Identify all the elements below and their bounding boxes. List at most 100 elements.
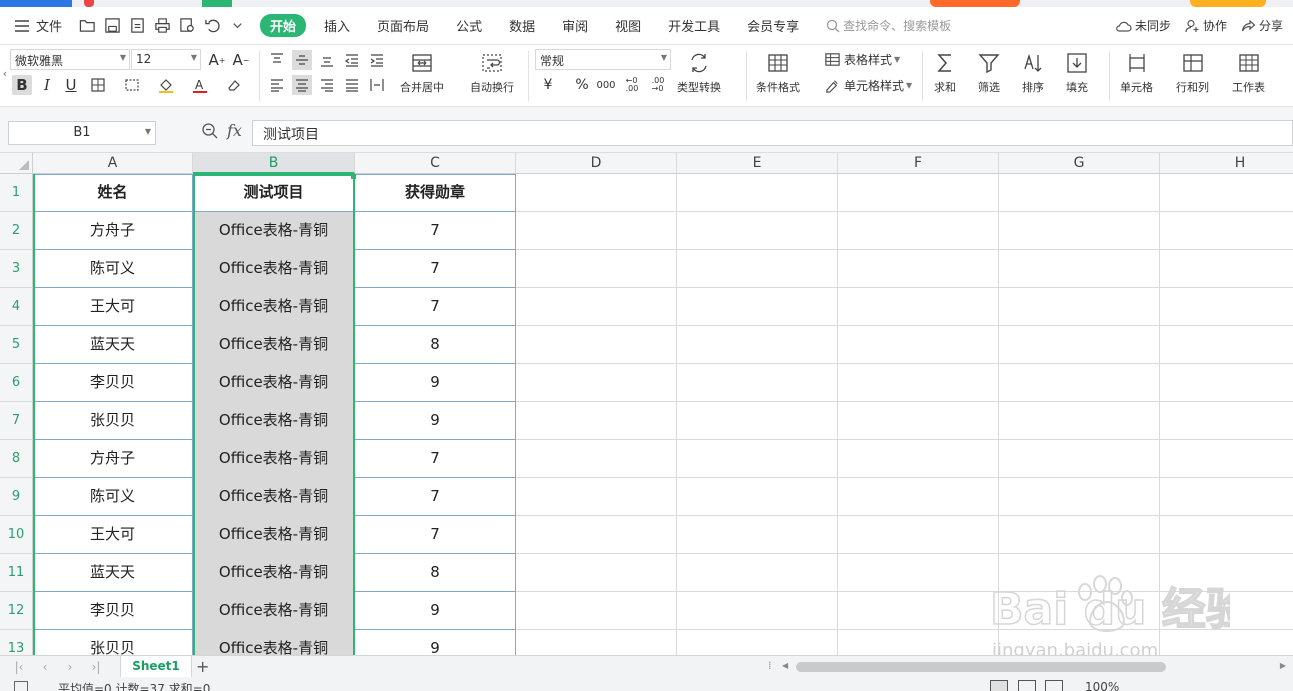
currency-icon[interactable]: ¥	[538, 75, 558, 95]
table-cell[interactable]: 7	[355, 478, 515, 516]
cell-style-paint-icon[interactable]	[122, 75, 142, 95]
column-header-a[interactable]: A	[33, 153, 193, 174]
column-header-d[interactable]: D	[516, 153, 677, 174]
table-cell[interactable]: 蓝天天	[33, 554, 192, 592]
increase-indent-icon[interactable]	[367, 50, 387, 70]
cell-button[interactable]: 单元格	[1120, 51, 1153, 95]
row-header[interactable]: 11	[0, 554, 33, 592]
row-header[interactable]: 10	[0, 516, 33, 554]
table-cell[interactable]: Office表格-青铜	[193, 250, 354, 288]
header-cell[interactable]: 获得勋章	[355, 174, 515, 212]
font-color-icon[interactable]: A	[190, 75, 210, 95]
table-cell[interactable]: 7	[355, 288, 515, 326]
horizontal-scrollbar[interactable]: ◀ ▶	[780, 660, 1288, 674]
next-sheet-icon[interactable]: ›	[63, 659, 77, 675]
share-button[interactable]: 分享	[1241, 17, 1283, 34]
table-cell[interactable]: 7	[355, 212, 515, 250]
italic-icon[interactable]: I	[37, 75, 57, 95]
table-cell[interactable]: Office表格-青铜	[193, 288, 354, 326]
wrap-text-button[interactable]: 自动换行	[470, 51, 514, 95]
align-right-icon[interactable]	[317, 75, 337, 95]
zoom-formula-icon[interactable]	[201, 122, 219, 143]
insert-function-icon[interactable]: fx	[227, 121, 242, 140]
clear-format-icon[interactable]	[224, 75, 244, 95]
row-col-button[interactable]: 行和列	[1176, 51, 1209, 95]
select-all-corner[interactable]	[0, 153, 33, 174]
distribute-icon[interactable]	[367, 75, 387, 95]
tab-member[interactable]: 会员专享	[747, 16, 799, 35]
cell-style-button[interactable]: 单元格样式 ▼	[824, 77, 912, 94]
type-convert-button[interactable]: 类型转换	[677, 51, 721, 95]
merge-center-button[interactable]: 合并居中	[400, 51, 444, 95]
prev-sheet-icon[interactable]: ‹	[38, 659, 52, 675]
tab-page-layout[interactable]: 页面布局	[377, 16, 429, 35]
column-header-f[interactable]: F	[838, 153, 999, 174]
tab-data[interactable]: 数据	[509, 16, 535, 35]
table-cell[interactable]: 王大可	[33, 516, 192, 554]
border-icon[interactable]	[88, 75, 108, 95]
row-header[interactable]: 3	[0, 250, 33, 288]
column-header-e[interactable]: E	[677, 153, 838, 174]
fill-color-icon[interactable]	[156, 75, 176, 95]
column-header-b[interactable]: B	[193, 153, 355, 174]
conditional-format-button[interactable]: 条件格式	[756, 51, 800, 95]
tab-view[interactable]: 视图	[615, 16, 641, 35]
name-box-dropdown-icon[interactable]: ▼	[145, 127, 151, 136]
split-handle-icon[interactable]: ⁞	[768, 659, 772, 672]
row-header[interactable]: 7	[0, 402, 33, 440]
table-cell[interactable]: Office表格-青铜	[193, 592, 354, 630]
row-header[interactable]: 13	[0, 630, 33, 655]
ribbon-scroll-left-icon[interactable]: ‹	[0, 63, 10, 83]
page-break-view-icon[interactable]	[1045, 680, 1063, 691]
last-sheet-icon[interactable]: ›|	[89, 659, 103, 675]
table-cell[interactable]: 蓝天天	[33, 326, 192, 364]
font-size-select[interactable]: 12 ▼	[131, 49, 201, 70]
row-header[interactable]: 5	[0, 326, 33, 364]
percent-icon[interactable]: %	[572, 75, 592, 95]
file-menu[interactable]: 文件	[14, 16, 62, 35]
align-bottom-icon[interactable]	[317, 50, 337, 70]
table-cell[interactable]: 王大可	[33, 288, 192, 326]
tab-formulas[interactable]: 公式	[456, 16, 482, 35]
table-cell[interactable]: Office表格-青铜	[193, 440, 354, 478]
table-cell[interactable]: Office表格-青铜	[193, 630, 354, 655]
macro-record-icon[interactable]	[14, 681, 28, 691]
table-cell[interactable]: 张贝贝	[33, 402, 192, 440]
header-cell[interactable]: 测试项目	[193, 174, 354, 212]
sheet-tab-sheet1[interactable]: Sheet1	[120, 656, 192, 677]
table-cell[interactable]: 张贝贝	[33, 630, 192, 655]
table-cell[interactable]: 陈可义	[33, 250, 192, 288]
row-header[interactable]: 8	[0, 440, 33, 478]
table-cell[interactable]: Office表格-青铜	[193, 364, 354, 402]
table-cell[interactable]: 9	[355, 592, 515, 630]
add-sheet-icon[interactable]: +	[196, 657, 209, 676]
table-cell[interactable]: 9	[355, 402, 515, 440]
justify-icon[interactable]	[342, 75, 362, 95]
filter-button[interactable]: 筛选	[977, 51, 1001, 95]
table-cell[interactable]: Office表格-青铜	[193, 212, 354, 250]
row-header[interactable]: 2	[0, 212, 33, 250]
export-pdf-icon[interactable]	[126, 15, 148, 37]
table-cell[interactable]: Office表格-青铜	[193, 554, 354, 592]
sum-button[interactable]: 求和	[933, 51, 957, 95]
row-header[interactable]: 6	[0, 364, 33, 402]
scroll-left-icon[interactable]: ◀	[782, 661, 788, 670]
tab-review[interactable]: 审阅	[562, 16, 588, 35]
decrease-font-icon[interactable]: A −	[231, 50, 251, 70]
table-cell[interactable]: 9	[355, 364, 515, 402]
bold-icon[interactable]: B	[12, 75, 32, 95]
column-header-h[interactable]: H	[1160, 153, 1293, 174]
sort-button[interactable]: 排序	[1021, 51, 1045, 95]
open-folder-icon[interactable]	[76, 15, 98, 37]
header-cell[interactable]: 姓名	[33, 174, 192, 212]
row-header[interactable]: 12	[0, 592, 33, 630]
align-middle-icon[interactable]	[292, 50, 312, 70]
table-cell[interactable]: Office表格-青铜	[193, 516, 354, 554]
thousands-icon[interactable]: 000	[596, 75, 616, 95]
tab-developer[interactable]: 开发工具	[668, 16, 720, 35]
table-cell[interactable]: 9	[355, 630, 515, 655]
decrease-indent-icon[interactable]	[342, 50, 362, 70]
underline-icon[interactable]: U	[61, 75, 81, 95]
first-sheet-icon[interactable]: |‹	[12, 659, 26, 675]
horizontal-scroll-thumb[interactable]	[796, 662, 1166, 672]
